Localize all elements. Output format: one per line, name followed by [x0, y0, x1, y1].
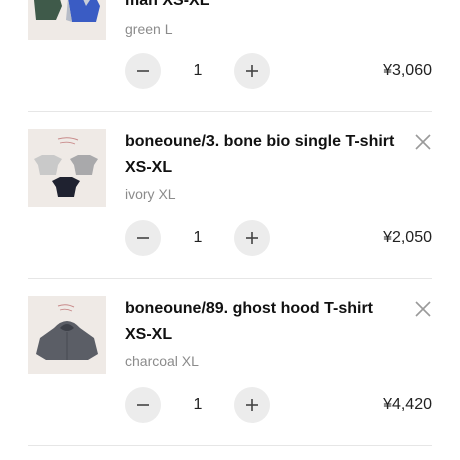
decrease-quantity-button[interactable]	[125, 220, 161, 256]
item-price: ¥4,420	[383, 396, 432, 413]
minus-icon	[137, 404, 149, 406]
remove-item-button[interactable]	[412, 131, 434, 153]
product-title[interactable]: man XS-XL	[125, 0, 397, 14]
close-icon	[415, 134, 431, 150]
plus-icon	[246, 232, 258, 244]
item-divider	[28, 278, 432, 279]
product-thumbnail[interactable]	[28, 296, 106, 374]
quantity-value: 1	[193, 62, 203, 79]
product-thumbnail[interactable]	[28, 129, 106, 207]
decrease-quantity-button[interactable]	[125, 387, 161, 423]
increase-quantity-button[interactable]	[234, 220, 270, 256]
increase-quantity-button[interactable]	[234, 53, 270, 89]
product-thumbnail[interactable]	[28, 0, 106, 40]
hoodie-image	[28, 296, 106, 374]
item-divider	[28, 445, 432, 446]
product-variant: charcoal XL	[125, 353, 199, 369]
sweater-image	[28, 0, 106, 40]
item-price: ¥2,050	[383, 229, 432, 246]
decrease-quantity-button[interactable]	[125, 53, 161, 89]
plus-icon	[246, 399, 258, 411]
minus-icon	[137, 237, 149, 239]
close-icon	[415, 301, 431, 317]
remove-item-button[interactable]	[412, 298, 434, 320]
plus-icon	[246, 65, 258, 77]
product-variant: ivory XL	[125, 186, 176, 202]
product-variant: green L	[125, 21, 173, 37]
increase-quantity-button[interactable]	[234, 387, 270, 423]
item-divider	[28, 111, 432, 112]
tshirt-image	[28, 129, 106, 207]
item-price: ¥3,060	[383, 62, 432, 79]
minus-icon	[137, 70, 149, 72]
quantity-value: 1	[193, 396, 203, 413]
product-title[interactable]: boneoune/89. ghost hood T-shirt XS-XL	[125, 296, 397, 348]
quantity-value: 1	[193, 229, 203, 246]
product-title[interactable]: boneoune/3. bone bio single T-shirt XS-X…	[125, 129, 397, 181]
